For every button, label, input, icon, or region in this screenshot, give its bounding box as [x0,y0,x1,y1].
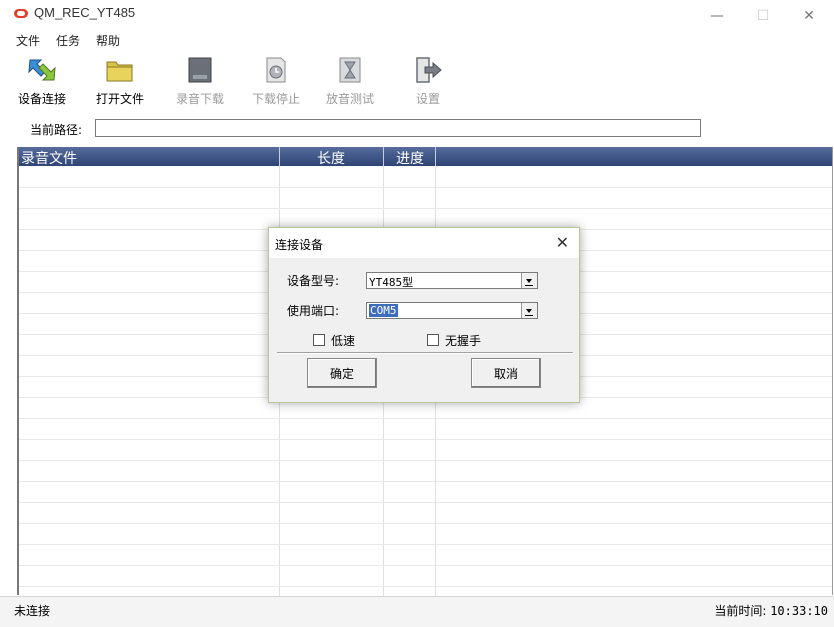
list-row[interactable] [19,565,832,587]
dialog-close-button[interactable]: ✕ [556,233,569,252]
column-recording-file[interactable]: 录音文件 [21,148,77,168]
dialog-title: 连接设备 [275,238,324,252]
list-row[interactable] [19,439,832,461]
low-speed-checkbox[interactable]: 低速 [313,332,355,349]
list-row[interactable] [19,544,832,566]
download-recording-button[interactable]: 录音下载 [172,52,228,112]
menu-help[interactable]: 帮助 [96,32,120,49]
low-speed-label: 低速 [331,334,356,348]
app-icon [14,9,28,18]
path-input[interactable] [95,119,701,137]
stop-download-label: 下载停止 [251,92,300,106]
current-time: 当前时间: 10:33:10 [714,602,828,619]
maximize-button[interactable]: ☐ [740,2,786,30]
settings-label: 设置 [415,92,440,106]
playback-test-button[interactable]: 放音测试 [322,52,378,112]
no-handshake-label: 无握手 [445,334,482,348]
dialog-divider [277,352,573,354]
chevron-down-icon[interactable] [521,303,537,318]
stop-clock-icon [266,57,286,83]
cancel-button[interactable]: 取消 [471,358,541,388]
list-row[interactable] [19,418,832,440]
list-row[interactable] [19,523,832,545]
open-file-label: 打开文件 [95,92,144,106]
playback-test-label: 放音测试 [325,92,374,106]
folder-icon [106,61,133,82]
settings-button[interactable]: 设置 [402,52,454,112]
device-connect-icon [28,59,56,81]
list-row[interactable] [19,187,832,209]
device-model-label: 设备型号: [287,274,340,288]
close-button[interactable]: ✕ [786,2,832,30]
list-row[interactable] [19,166,832,188]
hourglass-icon [339,57,361,83]
list-header: 录音文件 长度 进度 [19,147,832,168]
current-time-value: 10:33:10 [770,604,828,618]
chevron-down-icon[interactable] [521,273,537,288]
list-row[interactable] [19,502,832,524]
menu-file[interactable]: 文件 [16,32,40,49]
exit-arrow-icon [416,57,442,83]
dialog-title-bar: 连接设备 ✕ [269,228,579,258]
path-row: 当前路径: [0,117,834,143]
current-time-label: 当前时间: [714,604,767,618]
column-length[interactable]: 长度 [317,148,345,168]
device-model-select[interactable]: YT485型 [366,272,538,289]
status-bar: 未连接 当前时间: 10:33:10 [0,596,834,627]
path-label: 当前路径: [30,123,83,137]
window-title: QM_REC_YT485 [34,5,136,20]
menu-bar: 文件 任务 帮助 [0,30,834,52]
stop-download-button[interactable]: 下载停止 [248,52,304,112]
open-file-button[interactable]: 打开文件 [92,52,148,112]
download-recording-label: 录音下载 [175,92,224,106]
toolbar: 设备连接 打开文件 录音下载 下载停止 放音测试 设置 [0,52,834,112]
menu-task[interactable]: 任务 [56,32,80,49]
minimize-button[interactable]: — [694,2,740,30]
device-connect-button[interactable]: 设备连接 [16,52,68,112]
checkbox-box[interactable] [427,334,439,346]
device-model-value: YT485型 [369,276,414,289]
checkbox-box[interactable] [313,334,325,346]
connection-status: 未连接 [14,604,51,618]
device-connect-label: 设备连接 [17,92,66,106]
port-value: COM5 [369,304,398,317]
download-icon [188,57,212,83]
list-row[interactable] [19,460,832,482]
list-row[interactable] [19,481,832,503]
port-select[interactable]: COM5 [366,302,538,319]
port-label: 使用端口: [287,304,340,318]
ok-button[interactable]: 确定 [307,358,377,388]
title-bar: QM_REC_YT485 — ☐ ✕ [0,0,834,30]
connect-device-dialog: 连接设备 ✕ 设备型号: YT485型 使用端口: COM5 低速 无握手 确定… [268,227,580,403]
no-handshake-checkbox[interactable]: 无握手 [427,332,481,349]
column-progress[interactable]: 进度 [396,148,424,168]
